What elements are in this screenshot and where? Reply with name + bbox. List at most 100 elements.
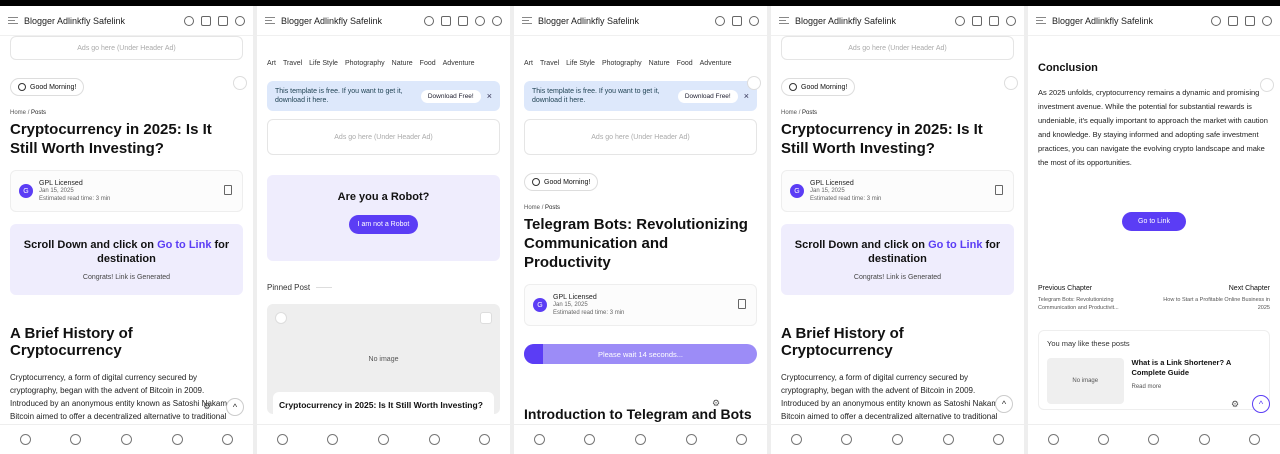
home-icon[interactable] [276, 434, 288, 445]
breadcrumb-home[interactable]: Home [524, 205, 540, 211]
bookmark-icon[interactable] [732, 15, 742, 26]
dark-mode-icon[interactable] [749, 15, 759, 26]
menu-icon[interactable] [779, 17, 789, 24]
app-title[interactable]: Blogger Adlinkfly Safelink [281, 16, 417, 26]
share-icon[interactable] [171, 434, 183, 445]
gear-icon[interactable]: ⚙ [1231, 399, 1239, 410]
warning-icon[interactable] [479, 434, 491, 445]
sticky-note-icon[interactable] [1004, 76, 1018, 90]
dark-mode-icon[interactable] [1006, 15, 1016, 26]
pinned-post-title[interactable]: Cryptocurrency in 2025: Is It Still Wort… [273, 392, 494, 418]
category-art[interactable]: Art [524, 60, 533, 67]
app-title[interactable]: Blogger Adlinkfly Safelink [24, 16, 177, 26]
category-adventure[interactable]: Adventure [443, 60, 475, 67]
app-title[interactable]: Blogger Adlinkfly Safelink [538, 16, 708, 26]
next-chapter-title[interactable]: How to Start a Profitable Online Busines… [1159, 296, 1270, 312]
breadcrumb-current[interactable]: Posts [31, 110, 46, 116]
home-icon[interactable] [533, 434, 545, 445]
search-icon[interactable] [184, 15, 194, 26]
search-icon[interactable] [841, 434, 853, 445]
gear-icon[interactable]: ⚙ [203, 401, 211, 412]
scroll-top-button[interactable]: ^ [226, 398, 244, 416]
category-lifestyle[interactable]: Life Style [566, 60, 595, 67]
translate-icon[interactable] [458, 15, 468, 26]
download-free-button[interactable]: Download Free! [677, 89, 738, 103]
go-to-link-anchor[interactable]: Go to Link [157, 239, 211, 251]
not-robot-button[interactable]: I am not a Robot [348, 215, 419, 234]
share-icon[interactable] [685, 434, 697, 445]
dark-mode-icon[interactable] [235, 15, 245, 26]
category-photography[interactable]: Photography [602, 60, 642, 67]
bookmark-icon[interactable] [738, 299, 746, 309]
search-icon[interactable] [1211, 15, 1221, 26]
scroll-top-button[interactable]: ^ [995, 395, 1013, 413]
go-to-link-button[interactable]: Go to Link [1122, 212, 1186, 231]
theme-icon[interactable] [1249, 434, 1261, 445]
related-post-item[interactable]: No image What is a Link Shortener? A Com… [1047, 358, 1261, 404]
menu-icon[interactable] [265, 17, 275, 24]
category-travel[interactable]: Travel [540, 60, 559, 67]
author-name[interactable]: GPL Licensed [810, 180, 881, 187]
sticky-note-icon[interactable] [233, 76, 247, 90]
share-icon[interactable] [942, 434, 954, 445]
breadcrumb-home[interactable]: Home [10, 110, 26, 116]
close-icon[interactable]: × [487, 91, 492, 101]
home-icon[interactable] [19, 434, 31, 445]
bookmark-icon[interactable] [441, 15, 451, 26]
category-food[interactable]: Food [677, 60, 693, 67]
search-icon[interactable] [584, 434, 596, 445]
close-icon[interactable]: × [744, 91, 749, 101]
scroll-top-button[interactable]: ^ [1252, 395, 1270, 413]
pinned-post-card[interactable]: No image Cryptocurrency in 2025: Is It S… [267, 304, 500, 418]
avatar[interactable]: G [533, 298, 547, 312]
category-art[interactable]: Art [267, 60, 276, 67]
edit-icon[interactable] [275, 312, 287, 324]
grid-icon[interactable] [1148, 434, 1160, 445]
translate-icon[interactable] [218, 15, 228, 26]
theme-icon[interactable] [736, 434, 748, 445]
category-lifestyle[interactable]: Life Style [309, 60, 338, 67]
category-food[interactable]: Food [420, 60, 436, 67]
home-icon[interactable] [790, 434, 802, 445]
moon-icon[interactable] [428, 434, 440, 445]
user-icon[interactable] [475, 15, 485, 26]
app-title[interactable]: Blogger Adlinkfly Safelink [795, 16, 948, 26]
download-free-button[interactable]: Download Free! [420, 89, 481, 103]
sticky-note-icon[interactable] [747, 76, 761, 90]
bookmark-icon[interactable] [995, 185, 1003, 195]
next-chapter[interactable]: Next Chapter How to Start a Profitable On… [1159, 285, 1270, 312]
translate-icon[interactable] [1245, 15, 1255, 26]
previous-chapter-title[interactable]: Telegram Bots: Revolutionizing Communica… [1038, 296, 1149, 312]
category-photography[interactable]: Photography [345, 60, 385, 67]
category-travel[interactable]: Travel [283, 60, 302, 67]
search-icon[interactable] [1098, 434, 1110, 445]
breadcrumb-home[interactable]: Home [781, 110, 797, 116]
grid-icon[interactable] [120, 434, 132, 445]
breadcrumb-current[interactable]: Posts [802, 110, 817, 116]
bookmark-icon[interactable] [480, 312, 492, 324]
bookmark-icon[interactable] [972, 15, 982, 26]
bookmark-icon[interactable] [1228, 15, 1238, 26]
author-name[interactable]: GPL Licensed [553, 294, 624, 301]
app-title[interactable]: Blogger Adlinkfly Safelink [1052, 16, 1204, 26]
menu-icon[interactable] [1036, 17, 1046, 24]
search-icon[interactable] [327, 434, 339, 445]
theme-icon[interactable] [993, 434, 1005, 445]
avatar[interactable]: G [790, 184, 804, 198]
search-icon[interactable] [424, 15, 434, 26]
translate-icon[interactable] [989, 15, 999, 26]
related-post-title[interactable]: What is a Link Shortener? A Complete Gui… [1132, 358, 1261, 378]
home-icon[interactable] [1047, 434, 1059, 445]
gear-icon[interactable]: ⚙ [712, 398, 720, 409]
grid-icon[interactable] [634, 434, 646, 445]
category-adventure[interactable]: Adventure [700, 60, 732, 67]
dark-mode-icon[interactable] [1262, 15, 1272, 26]
author-name[interactable]: GPL Licensed [39, 180, 110, 187]
menu-icon[interactable] [522, 17, 532, 24]
go-to-link-anchor[interactable]: Go to Link [928, 239, 982, 251]
theme-icon[interactable] [222, 434, 234, 445]
read-more-link[interactable]: Read more [1132, 384, 1261, 390]
search-icon[interactable] [715, 15, 725, 26]
search-icon[interactable] [70, 434, 82, 445]
avatar[interactable]: G [19, 184, 33, 198]
